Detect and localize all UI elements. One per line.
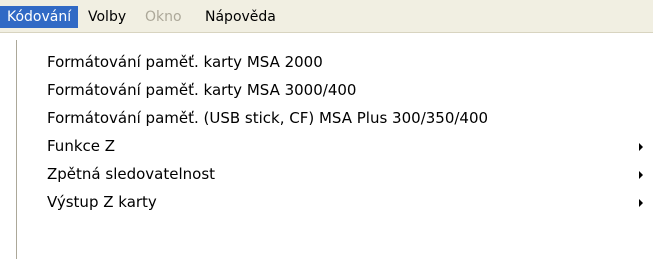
submenu-arrow-icon (639, 143, 643, 151)
menu-napoveda[interactable]: Nápověda (198, 6, 283, 28)
menu-item-label: Formátování paměť. karty MSA 3000/400 (47, 81, 357, 99)
menu-item-format-msa-3000-400[interactable]: Formátování paměť. karty MSA 3000/400 (17, 78, 653, 102)
menu-item-label: Formátování paměť. (USB stick, CF) MSA P… (47, 109, 489, 127)
submenu-arrow-icon (639, 199, 643, 207)
menu-bar: Kódování Volby Okno Nápověda (0, 0, 653, 33)
submenu-arrow-icon (639, 171, 643, 179)
menu-kodovani[interactable]: Kódování (0, 6, 79, 28)
menu-item-vystup-z-karty[interactable]: Výstup Z karty (17, 190, 653, 214)
menu-item-label: Funkce Z (47, 137, 116, 155)
menu-item-label: Formátování paměť. karty MSA 2000 (47, 53, 323, 71)
menu-item-format-msa-2000[interactable]: Formátování paměť. karty MSA 2000 (17, 50, 653, 74)
application-window: Kódování Volby Okno Nápověda Formátování… (0, 0, 653, 259)
menu-okno: Okno (145, 9, 182, 25)
kodovani-dropdown-menu: Formátování paměť. karty MSA 2000 Formát… (16, 40, 653, 259)
menu-item-format-usb-cf-msa-plus[interactable]: Formátování paměť. (USB stick, CF) MSA P… (17, 106, 653, 130)
menu-item-funkce-z[interactable]: Funkce Z (17, 134, 653, 158)
menu-item-zpetna-sledovatelnost[interactable]: Zpětná sledovatelnost (17, 162, 653, 186)
menu-item-label: Výstup Z karty (47, 193, 157, 211)
menu-item-label: Zpětná sledovatelnost (47, 165, 216, 183)
menu-volby[interactable]: Volby (81, 6, 133, 28)
